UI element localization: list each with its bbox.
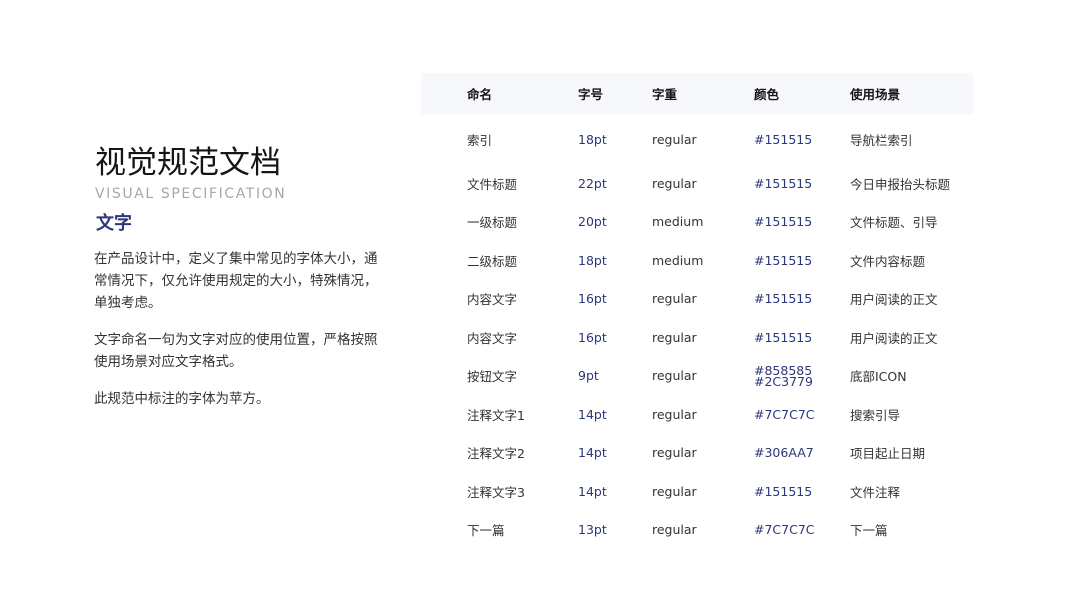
cell-usage: 用户阅读的正文 (850, 330, 938, 346)
cell-color: #151515 (754, 214, 813, 230)
cell-color: #7C7C7C (754, 406, 815, 422)
column-header-weight: 字重 (652, 87, 678, 102)
cell-weight: regular (652, 175, 697, 191)
cell-color: #151515 (754, 175, 813, 191)
cell-weight: regular (652, 291, 697, 307)
column-header-name: 命名 (467, 87, 493, 102)
cell-name: 文件标题 (467, 176, 518, 192)
cell-usage: 底部ICON (850, 369, 907, 385)
intro-paragraph: 此规范中标注的字体为苹方。 (94, 391, 270, 407)
cell-size: 22pt (578, 175, 607, 191)
cell-name: 按钮文字 (467, 369, 518, 385)
cell-color: #151515 (754, 252, 813, 268)
page-title: 视觉规范文档 (95, 145, 281, 181)
cell-weight: regular (652, 131, 697, 147)
cell-weight: regular (652, 329, 697, 345)
intro-paragraph: 文字命名一句为文字对应的使用位置，严格按照使用场景对应文字格式。 (94, 332, 378, 370)
column-header-usage: 使用场景 (850, 87, 901, 102)
cell-name: 二级标题 (467, 253, 518, 269)
cell-name: 注释文字2 (467, 446, 525, 462)
cell-color: #151515 (754, 131, 813, 147)
cell-name: 下一篇 (467, 523, 505, 539)
color-value-secondary: #2C3779 (754, 373, 813, 389)
table-body: 索引 18pt regular #151515 导航栏索引 文件标题 22pt … (421, 114, 973, 549)
cell-name: 内容文字 (467, 330, 518, 346)
table-row: 下一篇 13pt regular #7C7C7C 下一篇 (421, 511, 973, 550)
intro-paragraph: 在产品设计中，定义了集中常见的字体大小，通常情况下，仅允许使用规定的大小，特殊情… (94, 251, 378, 311)
table-row: 按钮文字 9pt regular #858585 #2C3779 底部ICON (421, 357, 973, 396)
cell-size: 18pt (578, 131, 607, 147)
cell-color: #306AA7 (754, 445, 814, 461)
cell-weight: medium (652, 214, 704, 230)
cell-weight: regular (652, 483, 697, 499)
cell-usage: 文件内容标题 (850, 253, 926, 269)
cell-size: 14pt (578, 483, 607, 499)
cell-usage: 搜索引导 (850, 407, 901, 423)
table-row: 注释文字2 14pt regular #306AA7 项目起止日期 (421, 434, 973, 473)
cell-color: #151515 (754, 483, 813, 499)
cell-size: 9pt (578, 368, 599, 384)
cell-color: #7C7C7C (754, 522, 815, 538)
cell-weight: regular (652, 406, 697, 422)
cell-name: 注释文字1 (467, 407, 525, 423)
table-row: 注释文字1 14pt regular #7C7C7C 搜索引导 (421, 395, 973, 434)
cell-usage: 文件注释 (850, 484, 901, 500)
cell-usage: 今日申报抬头标题 (850, 176, 951, 192)
table-row: 二级标题 18pt medium #151515 文件内容标题 (421, 241, 973, 280)
cell-size: 14pt (578, 445, 607, 461)
cell-usage: 下一篇 (850, 523, 888, 539)
table-header: 命名 字号 字重 颜色 使用场景 (421, 73, 973, 114)
table-row: 内容文字 16pt regular #151515 用户阅读的正文 (421, 280, 973, 319)
cell-weight: regular (652, 368, 697, 384)
cell-usage: 导航栏索引 (850, 132, 913, 148)
cell-name: 注释文字3 (467, 484, 525, 500)
table-header-row: 命名 字号 字重 颜色 使用场景 (421, 73, 973, 114)
table-row: 一级标题 20pt medium #151515 文件标题、引导 (421, 203, 973, 242)
cell-color: #858585 #2C3779 (754, 357, 850, 396)
cell-usage: 用户阅读的正文 (850, 292, 938, 308)
cell-name: 内容文字 (467, 292, 518, 308)
cell-color: #151515 (754, 291, 813, 307)
section-heading: 文字 (96, 213, 132, 234)
cell-size: 14pt (578, 406, 607, 422)
cell-size: 18pt (578, 252, 607, 268)
cell-name: 一级标题 (467, 215, 518, 231)
cell-size: 16pt (578, 329, 607, 345)
cell-weight: regular (652, 522, 697, 538)
column-header-size: 字号 (578, 87, 604, 102)
cell-weight: regular (652, 445, 697, 461)
table-row: 注释文字3 14pt regular #151515 文件注释 (421, 472, 973, 511)
cell-usage: 文件标题、引导 (850, 215, 938, 231)
table-row: 文件标题 22pt regular #151515 今日申报抬头标题 (421, 164, 973, 203)
typography-spec-table: 命名 字号 字重 颜色 使用场景 索引 18pt regular #151515… (421, 73, 973, 549)
intro-text: 在产品设计中，定义了集中常见的字体大小，通常情况下，仅允许使用规定的大小，特殊情… (94, 248, 384, 425)
page-subtitle: VISUAL SPECIFICATION (95, 186, 287, 202)
cell-size: 13pt (578, 522, 607, 538)
cell-size: 16pt (578, 291, 607, 307)
cell-usage: 项目起止日期 (850, 446, 926, 462)
cell-name: 索引 (467, 132, 493, 148)
cell-color: #151515 (754, 329, 813, 345)
cell-size: 20pt (578, 214, 607, 230)
table-row: 内容文字 16pt regular #151515 用户阅读的正文 (421, 318, 973, 357)
column-header-color: 颜色 (754, 87, 780, 102)
cell-weight: medium (652, 252, 704, 268)
table-row: 索引 18pt regular #151515 导航栏索引 (421, 114, 973, 164)
